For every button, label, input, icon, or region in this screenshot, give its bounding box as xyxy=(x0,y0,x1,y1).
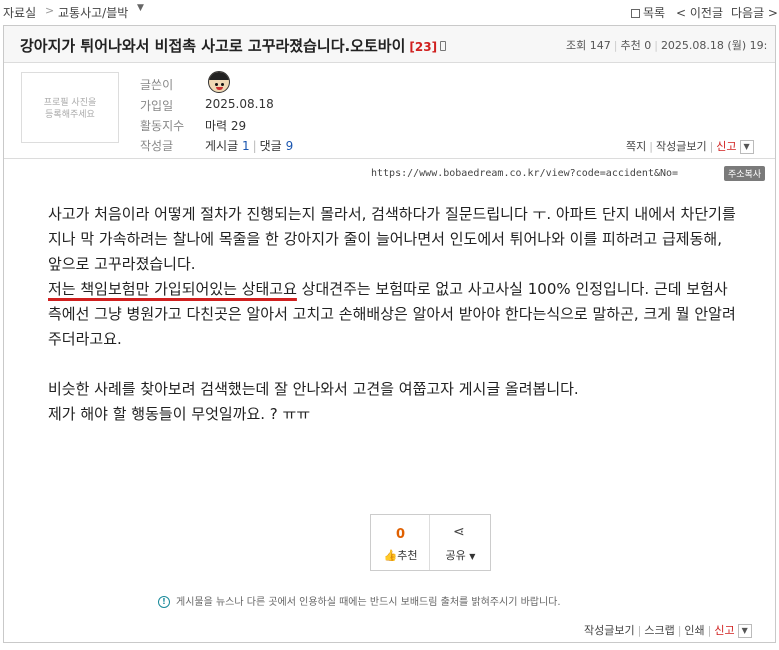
breadcrumb-category[interactable]: 교통사고/블박 xyxy=(58,4,128,21)
joined-label: 가입일 xyxy=(140,99,174,113)
comments-text[interactable]: 댓글 xyxy=(260,139,282,153)
prev-post-link[interactable]: < 이전글 xyxy=(676,4,723,21)
scrap-link[interactable]: 스크랩 xyxy=(644,624,674,637)
profile-placeholder-line1: 프로필 사진을 xyxy=(43,98,97,108)
body-paragraph: 저는 책임보험만 가입되어있는 상태고요 상대견주는 보험따로 없고 사고사실 … xyxy=(48,277,738,352)
citation-notice: ! 게시물을 뉴스나 다른 곳에서 인용하실 때에는 반드시 보배드림 출처를 밝… xyxy=(158,593,561,608)
info-icon: ! xyxy=(158,596,170,608)
share-button-label: 공유 ▼ xyxy=(445,549,476,562)
comments-count[interactable]: 9 xyxy=(286,139,294,153)
author-section: 프로필 사진을 등록해주세요 글쓴이 가입일 2025.08.18 활동지수 마… xyxy=(4,64,775,159)
joined-date: 2025.08.18 xyxy=(205,97,274,111)
posts-summary: 게시글 1 | 댓글 9 xyxy=(205,139,294,153)
post-container: 강아지가 튀어나와서 비접촉 사고로 고꾸라졌습니다.오토바이 [23] 조회 1… xyxy=(3,25,776,643)
dropdown-arrow-icon[interactable]: ▼ xyxy=(739,140,754,154)
bottom-report-link[interactable]: 신고 xyxy=(714,624,734,637)
post-body: 사고가 처음이라 어떻게 절차가 진행되는지 몰라서, 검색하다가 질문드립니다… xyxy=(48,202,738,427)
post-meta: 조회 147 | 추천 0 | 2025.08.18 (월) 19: xyxy=(566,39,768,52)
comment-count[interactable]: [23] xyxy=(409,40,437,54)
report-link[interactable]: 신고 xyxy=(716,140,736,153)
share-button[interactable]: ⋖ 공유 ▼ xyxy=(431,515,490,570)
views-label: 조회 xyxy=(566,39,587,52)
profile-placeholder: 프로필 사진을 등록해주세요 xyxy=(21,72,119,143)
author-actions: 쪽지 | 작성글보기 | 신고 ▼ xyxy=(626,138,754,154)
thumbs-up-icon: 👍 xyxy=(383,549,398,562)
list-label: 목록 xyxy=(643,6,666,20)
recommend-label: 추천 xyxy=(620,39,641,52)
next-post-link[interactable]: 다음글 > xyxy=(731,4,778,21)
body-paragraph: 비슷한 사례를 찾아보려 검색했는데 잘 안나와서 고견을 여쭙고자 게시글 올… xyxy=(48,380,579,398)
underlined-text: 저는 책임보험만 가입되어있는 상태고요 xyxy=(48,280,297,298)
profile-placeholder-line2: 등록해주세요 xyxy=(45,110,95,120)
print-link[interactable]: 인쇄 xyxy=(684,624,704,637)
body-paragraph: 사고가 처음이라 어떻게 절차가 진행되는지 몰라서, 검색하다가 질문드립니다… xyxy=(48,205,736,273)
post-title: 강아지가 튀어나와서 비접촉 사고로 고꾸라졌습니다.오토바이 [23] xyxy=(20,35,447,56)
posts-label: 작성글 xyxy=(140,139,174,153)
recommend-button-label: 👍추천 xyxy=(383,549,418,562)
copy-url-button[interactable]: 주소복사 xyxy=(724,166,766,181)
list-icon xyxy=(631,9,640,18)
post-header: 강아지가 튀어나와서 비접촉 사고로 고꾸라졌습니다.오토바이 [23] 조회 1… xyxy=(4,26,775,63)
writer-label: 글쓴이 xyxy=(140,78,174,92)
mobile-icon xyxy=(440,41,447,51)
activity-value: 마력 29 xyxy=(205,119,247,133)
caret-down-icon[interactable]: ▼ xyxy=(137,3,144,13)
recommend-count-display: 0 xyxy=(395,527,406,542)
recommend-count: 0 xyxy=(644,39,652,52)
dropdown-arrow-icon[interactable]: ▼ xyxy=(737,624,752,638)
breadcrumb-root[interactable]: 자료실 xyxy=(3,4,36,21)
avatar[interactable] xyxy=(208,71,230,93)
view-posts-link[interactable]: 작성글보기 xyxy=(656,140,707,153)
recommend-button[interactable]: 0 👍추천 xyxy=(371,515,430,570)
post-date: 2025.08.18 (월) 19: xyxy=(660,39,768,52)
activity-label: 활동지수 xyxy=(140,119,185,133)
vote-share-box: 0 👍추천 ⋖ 공유 ▼ xyxy=(370,514,491,571)
post-url: https://www.bobaedream.co.kr/view?code=a… xyxy=(371,168,679,179)
views-count: 147 xyxy=(589,39,611,52)
posts-count[interactable]: 1 xyxy=(242,139,250,153)
bottom-actions: 작성글보기 | 스크랩 | 인쇄 | 신고 ▼ xyxy=(584,622,752,638)
list-button[interactable]: 목록 xyxy=(631,4,665,21)
message-link[interactable]: 쪽지 xyxy=(626,140,646,153)
share-icon: ⋖ xyxy=(453,524,465,540)
breadcrumb-separator: > xyxy=(45,4,55,17)
bottom-view-posts-link[interactable]: 작성글보기 xyxy=(584,624,635,637)
posts-text[interactable]: 게시글 xyxy=(205,139,238,153)
citation-notice-text: 게시물을 뉴스나 다른 곳에서 인용하실 때에는 반드시 보배드림 출처를 밝혀… xyxy=(176,597,561,608)
top-bar: 자료실 > 교통사고/블박 ▼ 목록 < 이전글 다음글 > xyxy=(0,0,779,24)
post-title-text: 강아지가 튀어나와서 비접촉 사고로 고꾸라졌습니다.오토바이 xyxy=(20,37,406,55)
body-paragraph: 제가 해야 할 행동들이 무엇일까요. ? ㅠㅠ xyxy=(48,405,311,423)
